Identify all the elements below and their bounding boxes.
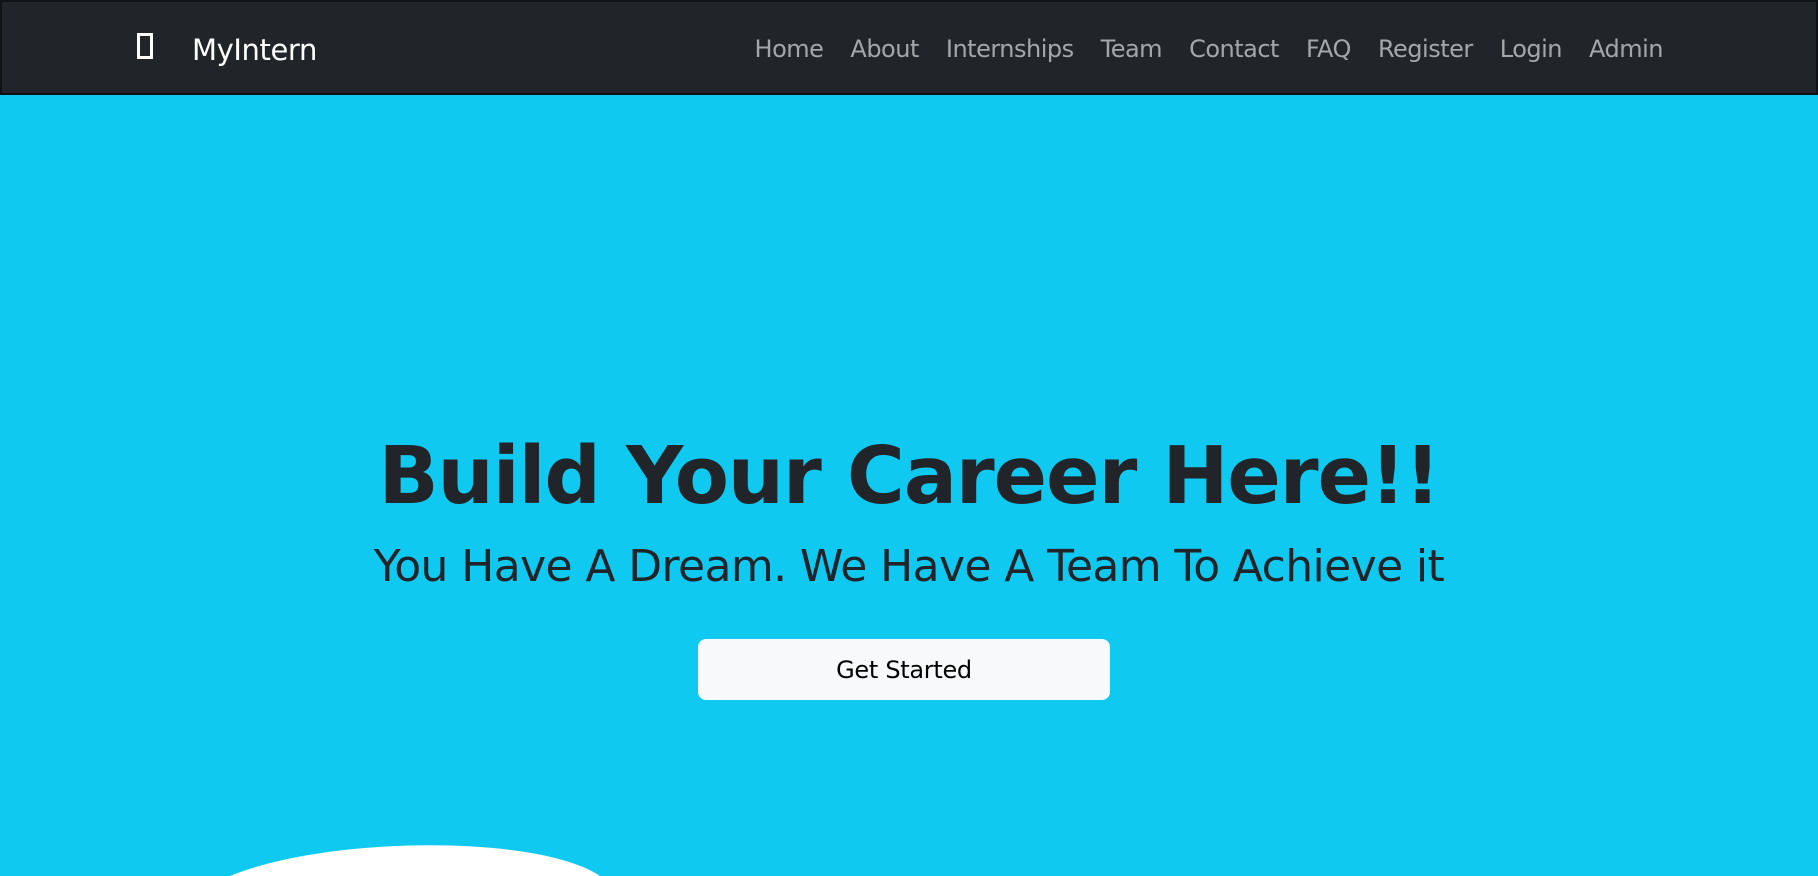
nav-link-contact[interactable]: Contact bbox=[1189, 35, 1279, 63]
page: MyIntern Home About Internships Team Con… bbox=[0, 0, 1818, 876]
nav-link-home[interactable]: Home bbox=[755, 35, 824, 63]
nav-links: Home About Internships Team Contact FAQ … bbox=[755, 1, 1664, 96]
rectangle-outline-icon bbox=[137, 32, 153, 59]
brand-label: MyIntern bbox=[192, 32, 317, 67]
nav-link-internships[interactable]: Internships bbox=[946, 35, 1074, 63]
nav-link-faq[interactable]: FAQ bbox=[1306, 35, 1352, 63]
hero-section: Build Your Career Here!! You Have A Drea… bbox=[0, 95, 1818, 876]
hero-subtitle: You Have A Dream. We Have A Team To Achi… bbox=[373, 541, 1445, 592]
hero-title: Build Your Career Here!! bbox=[378, 430, 1441, 522]
nav-link-team[interactable]: Team bbox=[1101, 35, 1163, 63]
navbar: MyIntern Home About Internships Team Con… bbox=[0, 0, 1818, 95]
nav-link-login[interactable]: Login bbox=[1500, 35, 1563, 63]
wave-shape bbox=[230, 845, 600, 876]
nav-link-about[interactable]: About bbox=[850, 35, 919, 63]
nav-link-register[interactable]: Register bbox=[1378, 35, 1473, 63]
nav-link-admin[interactable]: Admin bbox=[1589, 35, 1664, 63]
get-started-button[interactable]: Get Started bbox=[698, 639, 1110, 700]
brand-link[interactable]: MyIntern bbox=[137, 2, 317, 97]
